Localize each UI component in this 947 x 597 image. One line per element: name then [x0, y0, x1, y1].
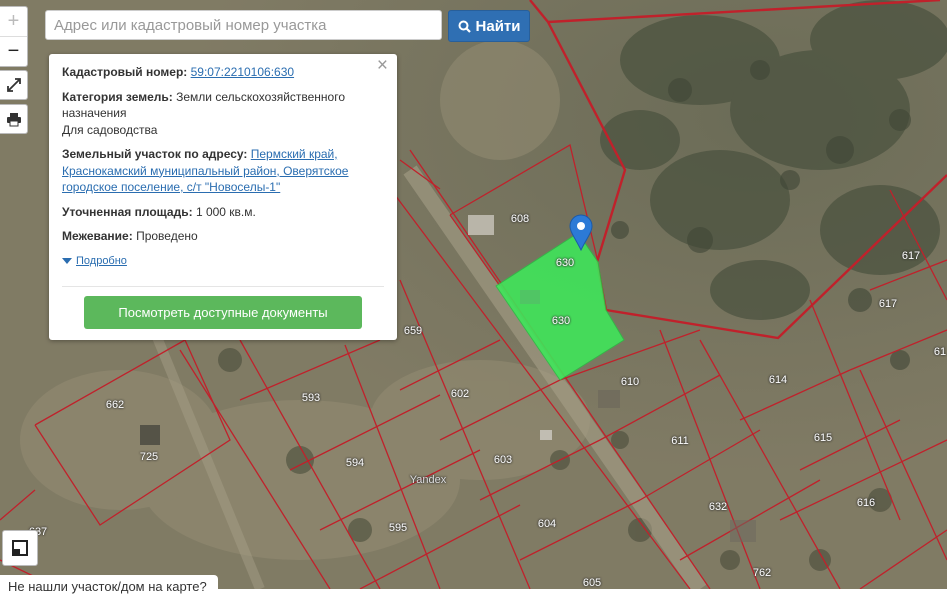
- parcel-label: 615: [813, 432, 833, 444]
- zoom-in-button[interactable]: +: [0, 7, 27, 37]
- survey-label: Межевание:: [62, 229, 133, 243]
- parcel-label: 659: [403, 325, 423, 337]
- parcel-label: 594: [345, 457, 365, 469]
- parcel-label: 614: [768, 374, 788, 386]
- fullscreen-button[interactable]: [0, 70, 28, 100]
- survey-value: Проведено: [136, 229, 198, 243]
- parcel-label: 605: [582, 577, 602, 589]
- layers-icon: [12, 540, 28, 556]
- parcel-label: 630: [555, 257, 575, 269]
- search-icon: [458, 20, 471, 33]
- map-watermark: Yandex: [409, 474, 447, 486]
- parcel-label: 662: [105, 399, 125, 411]
- cadastral-number-row: Кадастровый номер: 59:07:2210106:630: [62, 64, 384, 81]
- parcel-label: 595: [388, 522, 408, 534]
- parcel-label: 604: [537, 518, 557, 530]
- cadastral-label: Кадастровый номер:: [62, 65, 188, 79]
- expand-icon: [6, 78, 21, 92]
- area-label: Уточненная площадь:: [62, 204, 193, 219]
- layers-button[interactable]: [2, 530, 38, 566]
- parcel-label: 617: [878, 298, 898, 310]
- parcel-label: 616: [856, 497, 876, 509]
- address-label: Земельный участок по адресу:: [62, 147, 248, 161]
- parcel-label: 762: [752, 567, 772, 579]
- more-details-label: Подробно: [76, 254, 127, 267]
- view-documents-button[interactable]: Посмотреть доступные документы: [84, 296, 362, 329]
- close-icon[interactable]: ×: [377, 56, 388, 74]
- search-input[interactable]: [45, 10, 442, 40]
- popup-divider: [62, 286, 384, 287]
- search-button[interactable]: Найти: [448, 10, 530, 42]
- parcel-label: 608: [510, 213, 530, 225]
- category-label: Категория земель:: [62, 89, 173, 104]
- more-details-link[interactable]: Подробно: [62, 253, 384, 270]
- parcel-label: 632: [708, 501, 728, 513]
- parcel-label: 630: [551, 315, 571, 327]
- address-row: Земельный участок по адресу: Пермский кр…: [62, 146, 384, 196]
- area-row: Уточненная площадь: 1 000 кв.м.: [62, 204, 384, 221]
- parcel-label: 602: [450, 388, 470, 400]
- parcel-label: 725: [139, 451, 159, 463]
- search-button-label: Найти: [475, 17, 521, 35]
- printer-icon: [6, 112, 21, 126]
- survey-row: Межевание: Проведено: [62, 228, 384, 245]
- category-use: Для садоводства: [62, 122, 158, 137]
- parcel-label: 610: [620, 376, 640, 388]
- parcel-label: 603: [493, 454, 513, 466]
- zoom-control: + −: [0, 6, 28, 67]
- print-button[interactable]: [0, 104, 28, 134]
- parcel-label: 617: [901, 250, 921, 262]
- parcel-info-popup: × Кадастровый номер: 59:07:2210106:630 К…: [49, 54, 397, 340]
- zoom-out-button[interactable]: −: [0, 37, 27, 66]
- parcel-label: 593: [301, 392, 321, 404]
- land-category-row: Категория земель: Земли сельскохозяйстве…: [62, 89, 384, 139]
- area-value: 1 000 кв.м.: [195, 204, 256, 219]
- not-found-link[interactable]: Не нашли участок/дом на карте?: [0, 575, 218, 597]
- parcel-label: 611: [671, 435, 689, 447]
- parcel-label: 61: [933, 346, 947, 358]
- chevron-down-icon: [62, 257, 72, 264]
- cadastral-number-link[interactable]: 59:07:2210106:630: [191, 65, 294, 79]
